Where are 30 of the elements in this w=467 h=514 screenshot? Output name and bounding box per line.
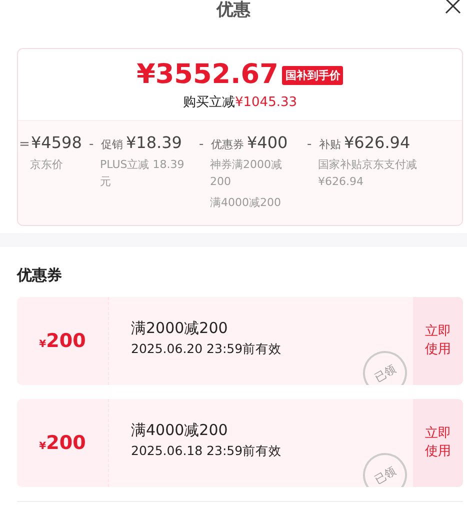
discount-amount: ¥626.94 xyxy=(344,133,410,152)
close-icon[interactable] xyxy=(445,0,461,14)
discount-amount: ¥4598 xyxy=(31,133,82,152)
discount-label: 促销 xyxy=(101,137,123,152)
discount-note: 国家补贴京东支付减¥626.94 xyxy=(318,157,418,190)
dialog-title: 优惠 xyxy=(216,0,250,20)
coupon-expiry: 2025.06.20 23:59前有效 xyxy=(131,341,283,358)
operator-sign: - xyxy=(199,137,205,152)
coupon-rule: 满4000减200 xyxy=(131,421,229,440)
price-tag: 国补到手价 xyxy=(282,66,344,84)
operator-sign: - xyxy=(307,137,313,152)
discount-note: 京东价 xyxy=(30,157,64,173)
section-title: 优惠券 xyxy=(17,266,63,285)
discount-note: 满4000减200 xyxy=(210,195,282,211)
use-now-button[interactable]: 立即使用 xyxy=(413,399,463,487)
coupon-value: ¥200 xyxy=(39,330,86,352)
discount-note: PLUS立减 18.39元 xyxy=(100,157,186,190)
coupon-rule: 满2000减200 xyxy=(131,319,229,338)
coupon-expiry: 2025.06.18 23:59前有效 xyxy=(131,443,283,460)
discount-amount: ¥18.39 xyxy=(126,133,182,152)
discount-note: 神券满2000减200 xyxy=(210,157,283,190)
operator-sign: = xyxy=(19,137,28,152)
discount-amount: ¥400 xyxy=(247,133,288,152)
coupon-value: ¥200 xyxy=(39,432,86,454)
discount-label: 补贴 xyxy=(319,137,341,152)
saving-text: 购买立减¥1045.33 xyxy=(182,94,298,111)
use-now-button[interactable]: 立即使用 xyxy=(413,297,463,385)
final-price: ¥3552.67 xyxy=(136,59,278,91)
discount-label: 优惠券 xyxy=(211,137,244,152)
operator-sign: - xyxy=(89,137,95,152)
